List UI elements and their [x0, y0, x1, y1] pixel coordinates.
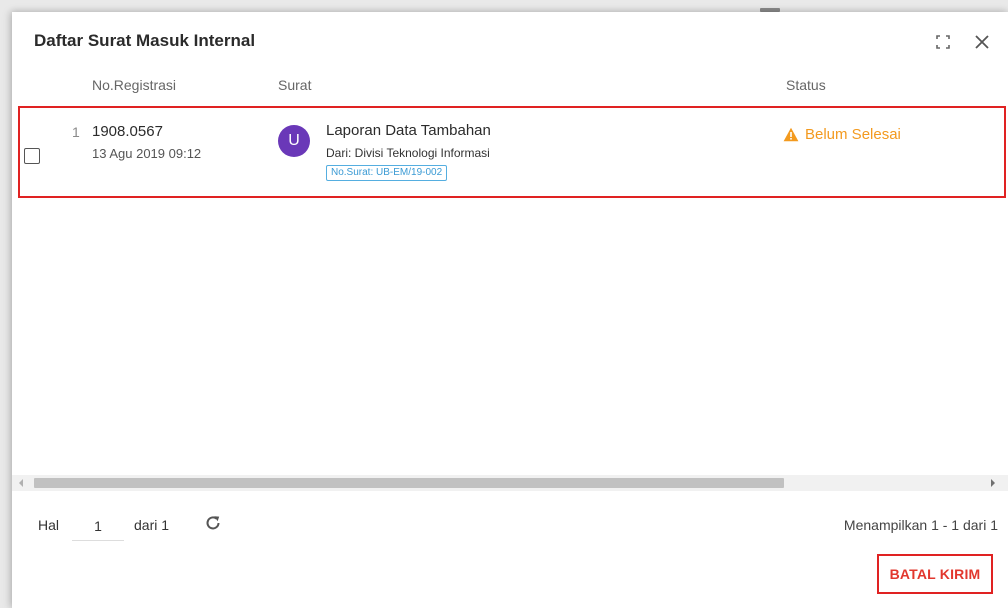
scrollbar-thumb[interactable] — [34, 478, 784, 488]
scroll-left-icon[interactable] — [18, 479, 24, 487]
cancel-send-label: BATAL KIRIM — [889, 566, 981, 582]
page-label: Hal — [38, 517, 60, 533]
horizontal-scrollbar[interactable] — [12, 475, 1008, 491]
expand-icon[interactable] — [931, 30, 955, 54]
column-header-surat[interactable]: Surat — [278, 77, 311, 93]
page-number-input[interactable] — [72, 512, 124, 541]
refresh-icon[interactable] — [204, 514, 222, 535]
warning-icon — [783, 127, 799, 142]
dialog-title: Daftar Surat Masuk Internal — [34, 31, 256, 50]
letter-subject: Laporan Data Tambahan — [326, 122, 491, 139]
page-total-label: dari 1 — [134, 517, 170, 533]
status-text: Belum Selesai — [805, 126, 901, 143]
showing-count: Menampilkan 1 - 1 dari 1 — [843, 517, 998, 533]
avatar: U — [278, 125, 310, 157]
registration-number: 1908.0567 — [92, 123, 163, 140]
scroll-right-icon[interactable] — [990, 479, 996, 487]
letter-number-tag: No.Surat: UB-EM/19-002 — [326, 165, 448, 181]
pagination-bar: Hal dari 1 Menampilkan 1 - 1 dari 1 — [12, 512, 1008, 542]
cancel-send-button[interactable]: BATAL KIRIM — [877, 554, 993, 594]
close-icon[interactable] — [970, 30, 994, 54]
table-row[interactable]: 1 1908.0567 13 Agu 2019 09:12 U Laporan … — [18, 106, 1006, 198]
letter-sender: Dari: Divisi Teknologi Informasi — [326, 146, 490, 160]
column-header-noregistrasi[interactable]: No.Registrasi — [92, 77, 176, 93]
row-number: 1 — [72, 124, 80, 140]
column-header-status[interactable]: Status — [786, 77, 826, 93]
row-checkbox[interactable] — [24, 148, 40, 164]
registration-date: 13 Agu 2019 09:12 — [92, 146, 202, 161]
status-badge: Belum Selesai — [783, 126, 901, 143]
surat-masuk-dialog: Daftar Surat Masuk Internal No.Registras… — [12, 12, 1008, 608]
